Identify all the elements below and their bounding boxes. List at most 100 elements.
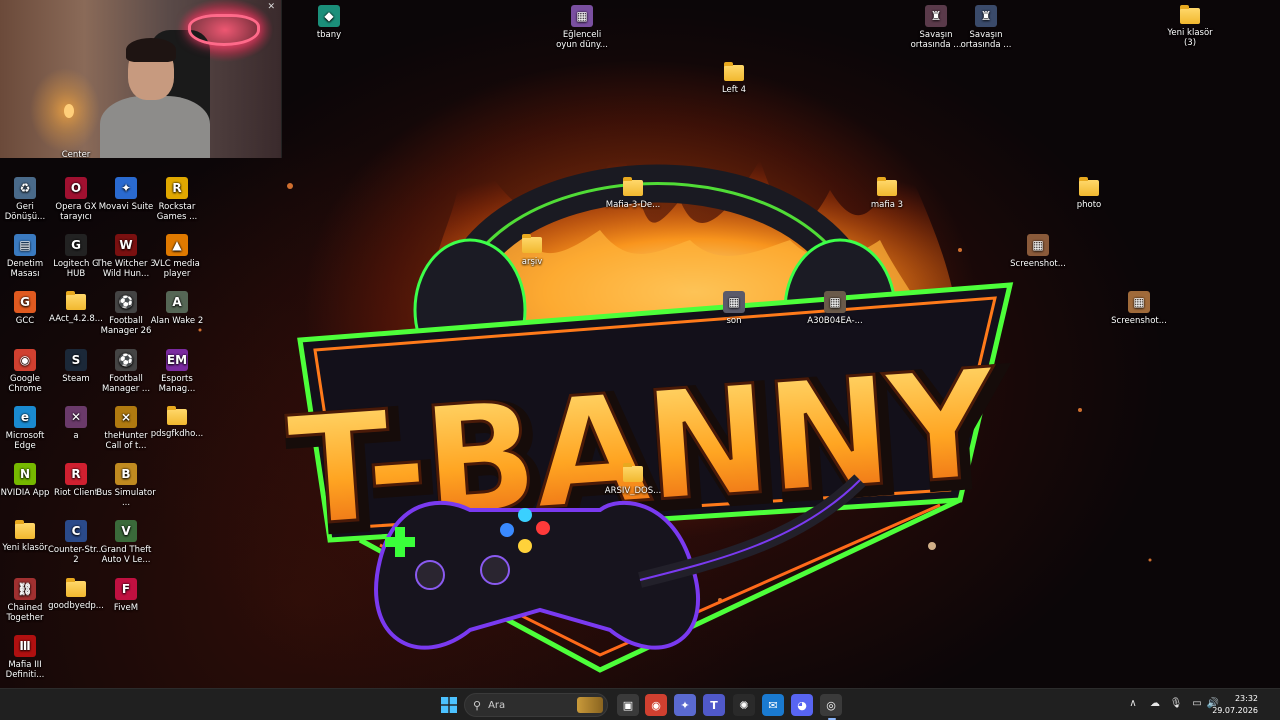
desktop-icon-label: photo — [1076, 200, 1102, 210]
copilot-icon: ✦ — [680, 698, 690, 712]
desktop-icon-label: Screenshot... — [1111, 316, 1167, 326]
desktop-icon-mafia3de[interactable]: Mafia-3-De... — [603, 177, 663, 210]
folder-icon — [724, 62, 744, 81]
app-icon: W — [115, 234, 137, 256]
streamer-hair — [126, 38, 176, 62]
desktop-icon-yeni3[interactable]: Yeni klasör (3) — [1160, 5, 1220, 48]
app-icon: ♻ — [14, 177, 36, 199]
desktop-icon-mafia3[interactable]: mafia 3 — [857, 177, 917, 210]
folder-icon — [1180, 5, 1200, 24]
desktop-icon-partial[interactable]: Center — [46, 150, 106, 162]
desktop-icon-gta[interactable]: V Grand Theft Auto V Le... — [96, 520, 156, 565]
folder-icon — [15, 520, 35, 539]
app-icon: EM — [166, 349, 188, 371]
app-icon: ♜ — [975, 5, 997, 27]
windows-icon — [441, 697, 457, 713]
desktop-icon-label: pdsgfkdho... — [150, 429, 204, 439]
tray-overflow-chevron-icon[interactable]: ∧ — [1126, 698, 1140, 709]
desktop-icon-son[interactable]: ▦ son — [704, 291, 764, 326]
taskbar-app-chrome[interactable]: ◉ — [645, 694, 667, 716]
app-icon: R — [166, 177, 188, 199]
lamp — [64, 104, 74, 118]
desktop-icon-tbany[interactable]: ◆ tbany — [299, 5, 359, 40]
desktop-icon-label: Esports Manag... — [158, 374, 196, 394]
app-icon: ⨯ — [115, 406, 137, 428]
desktop-icon-label: Mafia-3-De... — [605, 200, 661, 210]
desktop-icon-mafia3def[interactable]: Ⅲ Mafia III Definiti... — [0, 635, 55, 680]
taskbar-app-mail[interactable]: ✉ — [762, 694, 784, 716]
desktop-icon-savasin2[interactable]: ♜ Savaşın ortasında ... — [956, 5, 1016, 50]
webcam-close-icon[interactable]: ✕ — [267, 2, 275, 12]
image-file-icon: ▦ — [723, 291, 745, 313]
desktop-icon-vlc[interactable]: ▲ VLC media player — [147, 234, 207, 279]
chrome-icon: ◉ — [651, 698, 661, 712]
desktop-icon-rockstar[interactable]: R Rockstar Games ... — [147, 177, 207, 222]
desktop-icon-label: son — [726, 316, 742, 326]
desktop-icon-label: Mafia III Definiti... — [5, 660, 45, 680]
onedrive-icon[interactable]: ☁ — [1148, 698, 1162, 709]
desktop-icon-label: Eğlenceli oyun düny... — [556, 30, 608, 50]
desktop-icon-label: Left 4 — [721, 85, 747, 95]
taskbar-app-teams[interactable]: T — [703, 694, 725, 716]
desktop-icon-a30b[interactable]: ▦ A30B04EA-... — [805, 291, 865, 326]
clock-date: 29.07.2026 — [1212, 706, 1258, 715]
taskbar-app-obs[interactable]: ◎ — [820, 694, 842, 716]
search-highlight-badge — [577, 697, 603, 713]
folder-icon — [623, 177, 643, 196]
taskbar-app-discord[interactable]: ◕ — [791, 694, 813, 716]
desktop-icon-bus[interactable]: B Bus Simulator ... — [96, 463, 156, 508]
taskbar-app-chatgpt[interactable]: ✺ — [733, 694, 755, 716]
taskbar-app-task-view[interactable]: ▣ — [617, 694, 639, 716]
search-box[interactable]: ⚲ Ara — [464, 693, 608, 717]
app-icon: V — [115, 520, 137, 542]
desktop-icon-label: A30B04EA-... — [807, 316, 863, 326]
desktop-icon-label: mafia 3 — [870, 200, 904, 210]
desktop-icon-label: VLC media player — [154, 259, 200, 279]
desktop-icon-arsivdos[interactable]: ARSIV_DOS... — [603, 463, 663, 496]
app-icon: B — [115, 463, 137, 485]
streamer-body — [100, 96, 210, 158]
desktop-icon-label: tbany — [316, 30, 342, 40]
folder-icon — [877, 177, 897, 196]
desktop-icon-pdsg[interactable]: pdsgfkdho... — [147, 406, 207, 439]
webcam-overlay: ✕ — [0, 0, 282, 158]
desktop-icon-screenshot2[interactable]: ▦ Screenshot... — [1109, 291, 1169, 326]
desktop-icon-label: Screenshot... — [1010, 259, 1066, 269]
desktop-icon-photo[interactable]: photo — [1059, 177, 1119, 210]
desktop-icon-arsiv[interactable]: arşiv — [502, 234, 562, 267]
desktop-icon-alanwake[interactable]: A Alan Wake 2 — [147, 291, 207, 326]
desktop-icon-label: Alan Wake 2 — [150, 316, 204, 326]
taskbar-app-copilot[interactable]: ✦ — [674, 694, 696, 716]
desktop-icon-esports[interactable]: EM Esports Manag... — [147, 349, 207, 394]
app-icon: e — [14, 406, 36, 428]
desktop-icon-eglenceli[interactable]: ▦ Eğlenceli oyun düny... — [552, 5, 612, 50]
folder-icon — [66, 291, 86, 310]
taskbar: ⚲ Ara ▣ ◉ ✦ T ✺ ✉ ◕ ◎ ∧ ☁ 🎙 ▭ 🔊 23:32 29.07.202… — [0, 688, 1280, 720]
app-icon: S — [65, 349, 87, 371]
clock-time: 23:32 — [1234, 694, 1258, 703]
desktop-icon-fivem[interactable]: F FiveM — [96, 578, 156, 613]
teams-icon: T — [710, 698, 718, 712]
clock[interactable]: 23:32 29.07.2026 — [1198, 693, 1258, 717]
desktop-icon-label: Savaşın ortasında ... — [960, 30, 1012, 50]
task-view-icon: ▣ — [622, 698, 634, 712]
desktop-icon-label: FiveM — [113, 603, 139, 613]
app-icon: ⛓ — [14, 578, 36, 600]
chatgpt-icon: ✺ — [739, 698, 749, 712]
desktop-icon-label: Center — [61, 150, 91, 160]
app-icon: ◉ — [14, 349, 36, 371]
image-file-icon: ▦ — [1128, 291, 1150, 313]
app-icon: ▤ — [14, 234, 36, 256]
image-file-icon: ▦ — [824, 291, 846, 313]
microphone-icon[interactable]: 🎙 — [1169, 698, 1183, 709]
search-placeholder: Ara — [488, 699, 506, 711]
folder-icon — [167, 406, 187, 425]
app-icon: F — [115, 578, 137, 600]
app-icon: ♜ — [925, 5, 947, 27]
desktop-icon-left4[interactable]: Left 4 — [704, 62, 764, 95]
app-icon: G — [14, 291, 36, 313]
start-button[interactable] — [438, 694, 460, 716]
app-icon: Ⅲ — [14, 635, 36, 657]
desktop-icon-screenshot1[interactable]: ▦ Screenshot... — [1008, 234, 1068, 269]
desktop-icon-label: Grand Theft Auto V Le... — [100, 545, 152, 565]
